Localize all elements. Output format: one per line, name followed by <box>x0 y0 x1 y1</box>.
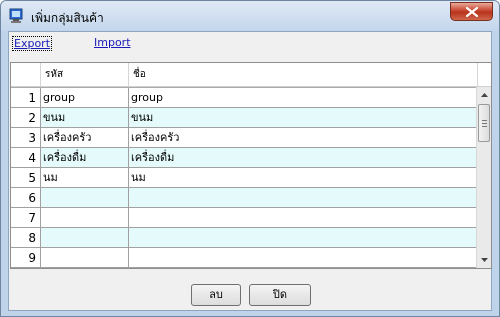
dialog-window: เพิ่มกลุ่มสินค้า Export Import รหัส ชื่อ… <box>0 0 500 317</box>
cell-code[interactable] <box>41 248 129 268</box>
grip-line <box>482 123 487 124</box>
export-link[interactable]: Export <box>12 36 53 51</box>
import-link[interactable]: Import <box>94 36 131 49</box>
table-row[interactable]: 5 นม นม <box>11 168 478 188</box>
cell-name[interactable]: group <box>129 88 478 108</box>
row-number[interactable]: 9 <box>11 248 41 268</box>
scroll-down-button[interactable] <box>477 252 491 268</box>
table-row[interactable]: 8 <box>11 228 478 248</box>
table-row[interactable]: 6 <box>11 188 478 208</box>
cell-name[interactable] <box>129 228 478 248</box>
chevron-down-icon <box>481 258 488 262</box>
data-grid[interactable]: รหัส ชื่อ 1 group group 2 ขนม ขนม 3 เครื… <box>10 62 492 269</box>
row-number[interactable]: 8 <box>11 228 41 248</box>
column-header-name[interactable]: ชื่อ <box>129 63 478 87</box>
cell-name[interactable] <box>129 208 478 228</box>
cell-code[interactable] <box>41 228 129 248</box>
app-window-icon <box>9 8 23 23</box>
grip-line <box>482 120 487 121</box>
row-number[interactable]: 3 <box>11 128 41 148</box>
corner-header-cell <box>11 63 41 87</box>
vertical-scrollbar[interactable] <box>476 87 491 268</box>
cell-name[interactable]: นม <box>129 168 478 188</box>
column-header-code[interactable]: รหัส <box>41 63 129 87</box>
cell-name[interactable]: ขนม <box>129 108 478 128</box>
cell-name[interactable]: เครื่องดื่ม <box>129 148 478 168</box>
table-row[interactable]: 1 group group <box>11 88 478 108</box>
dialog-body: Export Import รหัส ชื่อ 1 group group 2 … <box>8 31 492 311</box>
close-icon <box>466 7 478 17</box>
row-number[interactable]: 7 <box>11 208 41 228</box>
row-number[interactable]: 5 <box>11 168 41 188</box>
close-button[interactable]: ปิด <box>249 284 311 306</box>
cell-code[interactable]: นม <box>41 168 129 188</box>
table-row[interactable]: 7 <box>11 208 478 228</box>
row-number[interactable]: 1 <box>11 88 41 108</box>
cell-code[interactable] <box>41 188 129 208</box>
grip-line <box>482 126 487 127</box>
table-row[interactable]: 2 ขนม ขนม <box>11 108 478 128</box>
cell-code[interactable]: เครื่องครัว <box>41 128 129 148</box>
table-row[interactable]: 9 <box>11 248 478 268</box>
cell-code[interactable]: ขนม <box>41 108 129 128</box>
table-row[interactable]: 3 เครื่องครัว เครื่องครัว <box>11 128 478 148</box>
grid-header: รหัส ชื่อ <box>11 63 491 87</box>
cell-name[interactable] <box>129 248 478 268</box>
cell-name[interactable]: เครื่องครัว <box>129 128 478 148</box>
title-bar[interactable]: เพิ่มกลุ่มสินค้า <box>1 1 499 31</box>
window-title: เพิ่มกลุ่มสินค้า <box>31 11 104 25</box>
row-number[interactable]: 2 <box>11 108 41 128</box>
cell-code[interactable]: เครื่องดื่ม <box>41 148 129 168</box>
cell-code[interactable] <box>41 208 129 228</box>
table-row[interactable]: 4 เครื่องดื่ม เครื่องดื่ม <box>11 148 478 168</box>
close-window-button[interactable] <box>450 2 493 21</box>
cell-name[interactable] <box>129 188 478 208</box>
row-number[interactable]: 6 <box>11 188 41 208</box>
row-number[interactable]: 4 <box>11 148 41 168</box>
delete-button[interactable]: ลบ <box>191 284 241 306</box>
chevron-up-icon <box>481 93 488 97</box>
scroll-thumb[interactable] <box>478 104 490 142</box>
cell-code[interactable]: group <box>41 88 129 108</box>
scroll-up-button[interactable] <box>477 87 491 103</box>
